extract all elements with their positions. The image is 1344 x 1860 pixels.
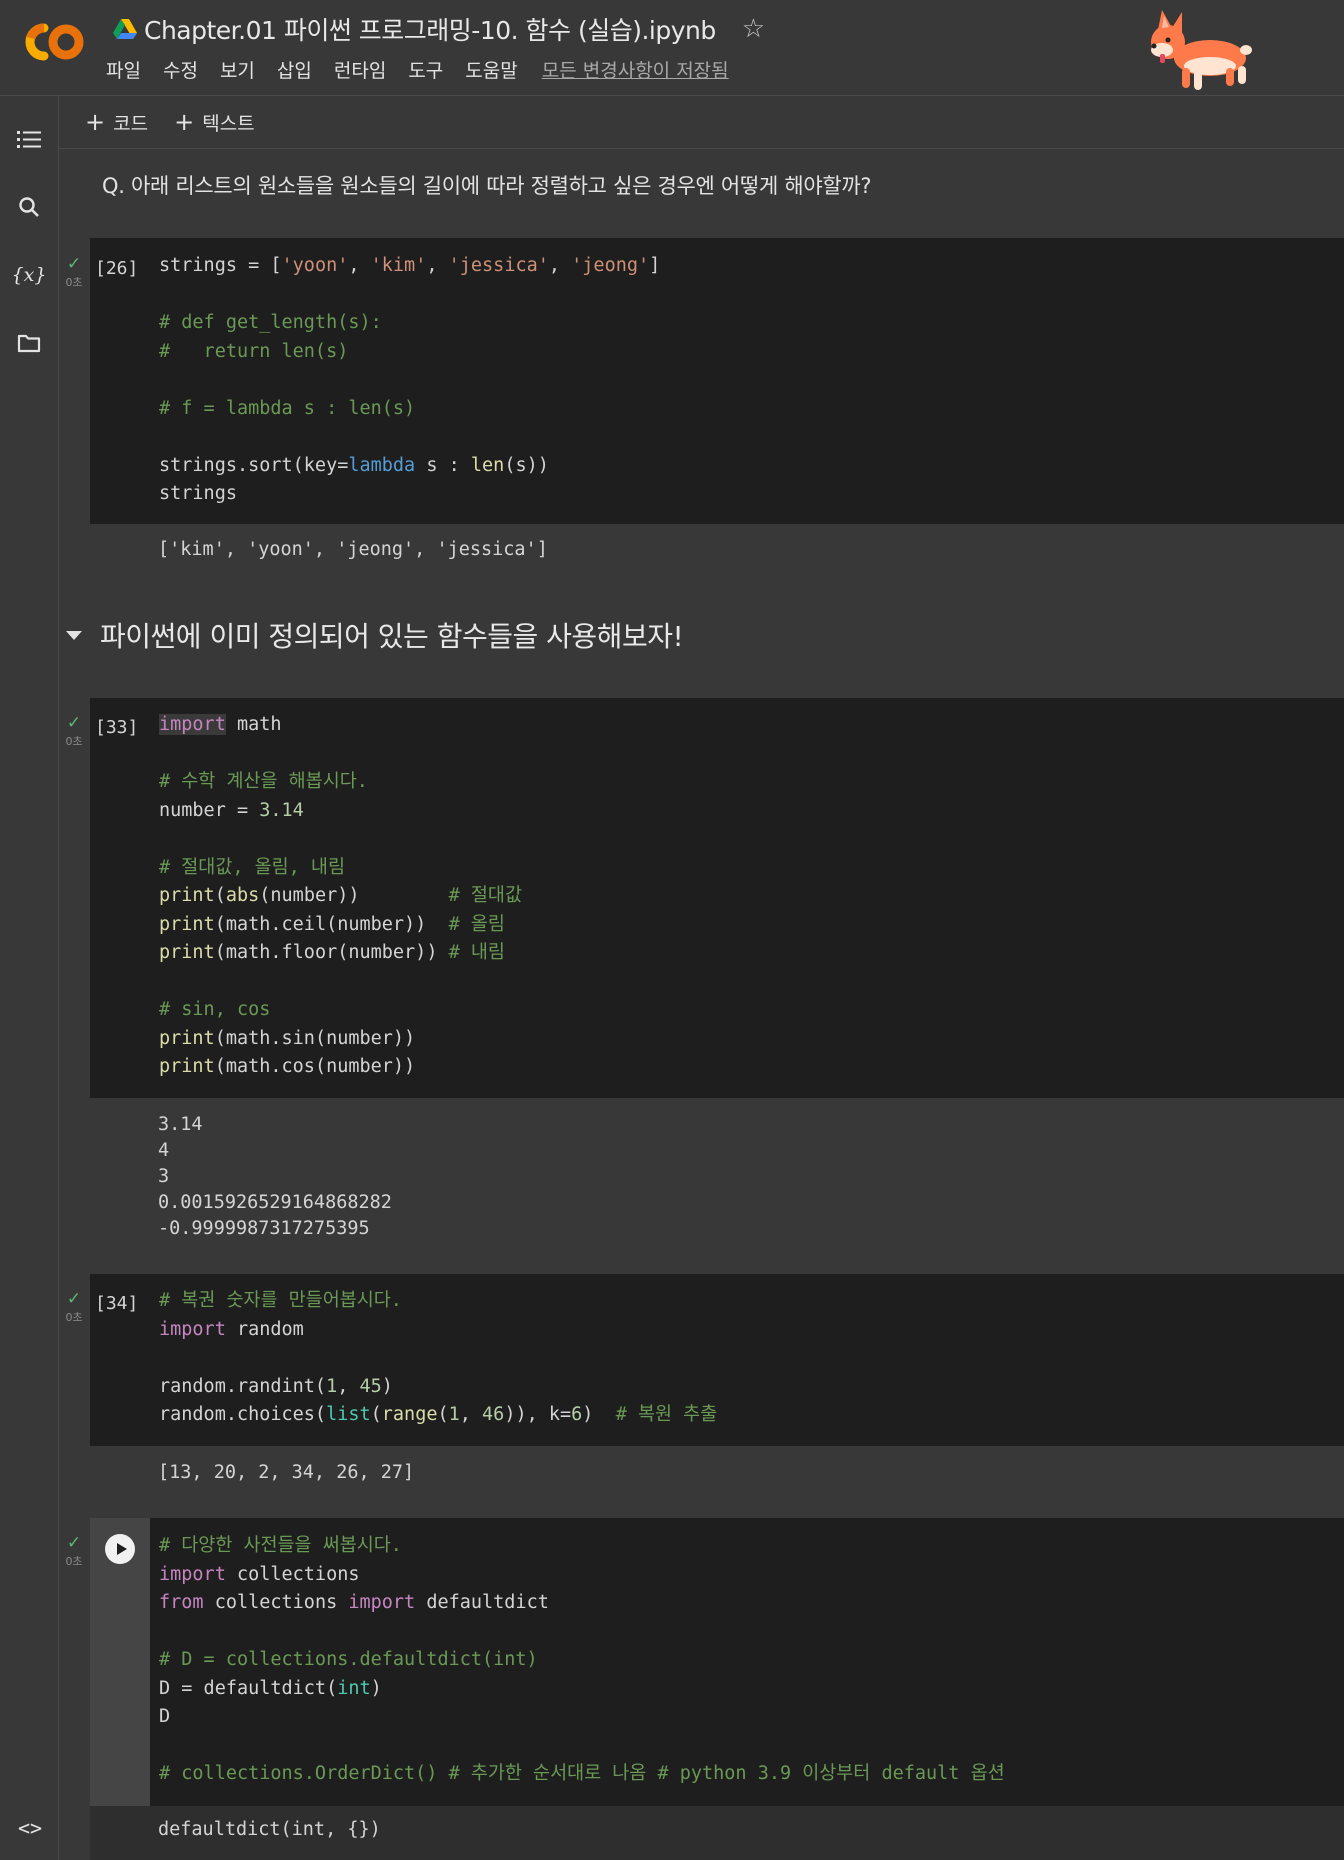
exec-time: 0초	[65, 276, 83, 289]
run-gutter	[90, 1518, 150, 1806]
collapse-caret-icon[interactable]	[66, 630, 82, 640]
menu-tools[interactable]: 도구	[408, 56, 443, 83]
corgi-mascot-image	[1151, 10, 1252, 90]
table-of-contents-icon[interactable]	[14, 124, 44, 154]
cell-last-output: defaultdict(int, {})	[158, 1819, 381, 1840]
add-code-button[interactable]: + 코드	[85, 109, 148, 136]
code-editor[interactable]: strings = ['yoon', 'kim', 'jessica', 'je…	[159, 252, 660, 509]
run-cell-button[interactable]	[105, 1534, 135, 1564]
code-cell-defaultdict[interactable]: # 다양한 사전들을 써봅시다. import collections from…	[90, 1518, 1344, 1806]
code-editor[interactable]: # 다양한 사전들을 써봅시다. import collections from…	[159, 1532, 1005, 1789]
save-status-link[interactable]: 모든 변경사항이 저장됨	[542, 56, 729, 83]
add-text-button[interactable]: + 텍스트	[174, 109, 255, 136]
plus-icon: +	[174, 108, 195, 136]
left-sidebar: {x}	[0, 96, 59, 1860]
code-cell-26[interactable]: [26] strings = ['yoon', 'kim', 'jessica'…	[90, 238, 1344, 524]
exec-time: 0초	[65, 735, 83, 748]
notebook-title[interactable]: Chapter.01 파이썬 프로그래밍-10. 함수 (실습).ipynb	[144, 11, 716, 47]
menu-view[interactable]: 보기	[220, 56, 255, 83]
cell-34-status: ✓ 0초	[62, 1291, 86, 1325]
check-icon: ✓	[66, 713, 82, 733]
app-header: Chapter.01 파이썬 프로그래밍-10. 함수 (실습).ipynb ☆…	[0, 0, 1344, 96]
google-drive-icon	[113, 19, 137, 39]
section-heading: 파이썬에 이미 정의되어 있는 함수들을 사용해보자!	[66, 615, 684, 655]
cell-26-output: ['kim', 'yoon', 'jeong', 'jessica']	[158, 539, 548, 560]
section-title[interactable]: 파이썬에 이미 정의되어 있는 함수들을 사용해보자!	[100, 615, 684, 655]
menu-file[interactable]: 파일	[106, 56, 141, 83]
menu-help[interactable]: 도움말	[465, 56, 517, 83]
code-editor[interactable]: # 복권 숫자를 만들어봅시다. import random random.ra…	[159, 1287, 717, 1430]
cell-last-status: ✓ 0초	[62, 1535, 86, 1569]
menu-insert[interactable]: 삽입	[277, 56, 312, 83]
cell-33-status: ✓ 0초	[62, 715, 86, 749]
code-snippets-icon[interactable]: <>	[18, 1816, 42, 1840]
plus-icon: +	[85, 108, 106, 136]
code-cell-33[interactable]: [33] import math # 수학 계산을 해봅시다. number =…	[90, 698, 1344, 1098]
check-icon: ✓	[66, 254, 82, 274]
colab-logo[interactable]	[22, 20, 86, 64]
exec-time: 0초	[65, 1555, 83, 1568]
exec-count[interactable]: [34]	[95, 1293, 138, 1314]
folder-icon[interactable]	[14, 328, 44, 358]
star-icon[interactable]: ☆	[742, 16, 765, 42]
add-code-label: 코드	[113, 112, 149, 135]
cell-34-output: [13, 20, 2, 34, 26, 27]	[158, 1462, 415, 1483]
search-icon[interactable]	[14, 192, 44, 222]
question-text-cell[interactable]: Q. 아래 리스트의 원소들을 원소들의 길이에 따라 정렬하고 싶은 경우엔 …	[102, 170, 872, 200]
menu-bar: 파일 수정 보기 삽입 런타임 도구 도움말 모든 변경사항이 저장됨	[106, 56, 729, 83]
check-icon: ✓	[66, 1289, 82, 1309]
check-icon: ✓	[66, 1533, 82, 1553]
code-cell-34[interactable]: [34] # 복권 숫자를 만들어봅시다. import random rand…	[90, 1274, 1344, 1446]
exec-count[interactable]: [33]	[95, 717, 138, 738]
menu-edit[interactable]: 수정	[163, 56, 198, 83]
cell-33-output: 3.14 4 3 0.0015926529164868282 -0.999998…	[158, 1114, 392, 1239]
exec-count[interactable]: [26]	[95, 258, 138, 279]
exec-time: 0초	[65, 1311, 83, 1324]
cell-toolbar: + 코드 + 텍스트	[59, 96, 1344, 149]
variables-icon[interactable]: {x}	[12, 260, 47, 290]
menu-runtime[interactable]: 런타임	[334, 56, 386, 83]
add-text-label: 텍스트	[202, 112, 255, 135]
code-editor[interactable]: import math # 수학 계산을 해봅시다. number = 3.14…	[159, 711, 522, 1082]
cell-26-status: ✓ 0초	[62, 256, 86, 290]
